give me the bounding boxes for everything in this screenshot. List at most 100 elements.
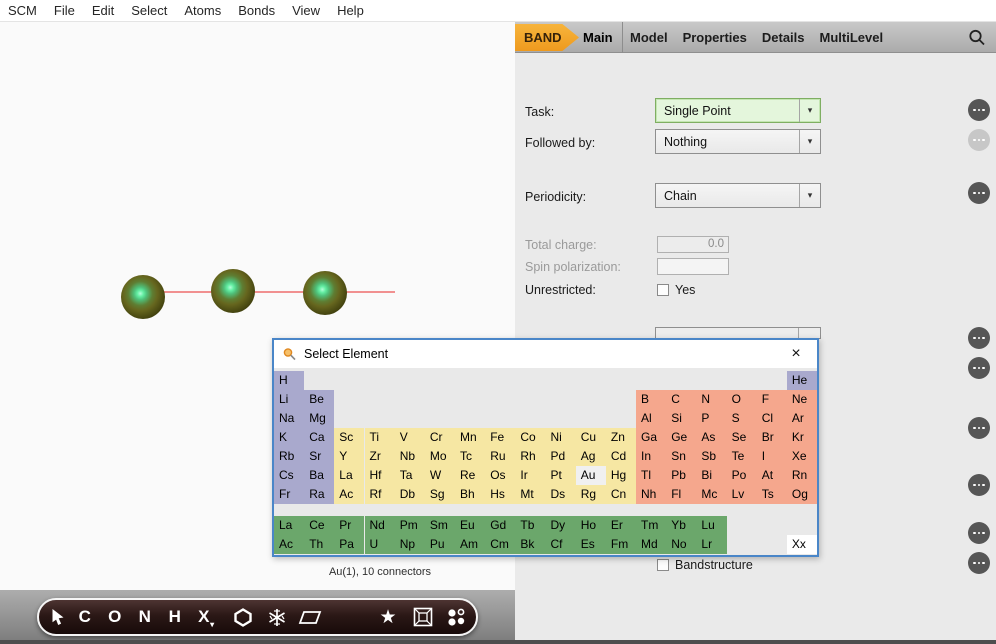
element-cell-Ge[interactable]: Ge [666, 428, 696, 447]
element-cell-Th[interactable]: Th [304, 535, 334, 554]
element-cell-C[interactable]: C [666, 390, 696, 409]
element-cell-P[interactable]: P [696, 409, 726, 428]
element-cell-Rn[interactable]: Rn [787, 466, 817, 485]
chevron-down-icon[interactable]: ▾ [799, 99, 820, 122]
element-cell-Sm[interactable]: Sm [425, 516, 455, 535]
element-cell-Fe[interactable]: Fe [485, 428, 515, 447]
element-cell-Hs[interactable]: Hs [485, 485, 515, 504]
element-cell-La[interactable]: La [334, 466, 364, 485]
element-cell-K[interactable]: K [274, 428, 304, 447]
element-cell-Eu[interactable]: Eu [455, 516, 485, 535]
element-cell-Tb[interactable]: Tb [515, 516, 545, 535]
panel-search-button[interactable] [967, 28, 987, 48]
element-cell-Md[interactable]: Md [636, 535, 666, 554]
element-cell-Er[interactable]: Er [606, 516, 636, 535]
element-cell-Ra[interactable]: Ra [304, 485, 334, 504]
element-cell-Hf[interactable]: Hf [365, 466, 395, 485]
element-cell-Hg[interactable]: Hg [606, 466, 636, 485]
element-cell-In[interactable]: In [636, 447, 666, 466]
element-cell-Br[interactable]: Br [757, 428, 787, 447]
favorites-button[interactable]: ★ [379, 600, 396, 634]
element-cell-Mt[interactable]: Mt [515, 485, 545, 504]
element-cell-Fl[interactable]: Fl [666, 485, 696, 504]
element-cell-Gd[interactable]: Gd [485, 516, 515, 535]
menu-item-atoms[interactable]: Atoms [184, 3, 221, 18]
close-icon[interactable]: × [784, 342, 808, 366]
element-button-H[interactable]: H [169, 600, 182, 634]
more-options-button[interactable] [968, 522, 990, 544]
element-cell-Si[interactable]: Si [666, 409, 696, 428]
element-cell-Sb[interactable]: Sb [696, 447, 726, 466]
element-cell-O[interactable]: O [727, 390, 757, 409]
tab-properties[interactable]: Properties [683, 30, 747, 45]
element-cell-Ga[interactable]: Ga [636, 428, 666, 447]
element-cell-Sc[interactable]: Sc [334, 428, 364, 447]
element-cell-Na[interactable]: Na [274, 409, 304, 428]
element-cell-Sn[interactable]: Sn [666, 447, 696, 466]
spin-polarization-field[interactable] [657, 258, 729, 275]
element-cell-La[interactable]: La [274, 516, 304, 535]
menu-item-file[interactable]: File [54, 3, 75, 18]
bandstructure-checkbox[interactable] [657, 559, 669, 571]
menu-item-help[interactable]: Help [337, 3, 364, 18]
element-cell-Cu[interactable]: Cu [576, 428, 606, 447]
element-cell-Ne[interactable]: Ne [787, 390, 817, 409]
element-cell-Yb[interactable]: Yb [666, 516, 696, 535]
menu-item-select[interactable]: Select [131, 3, 167, 18]
element-button-C[interactable]: C [79, 600, 92, 634]
element-cell-Pr[interactable]: Pr [334, 516, 364, 535]
more-options-button[interactable] [968, 552, 990, 574]
perspective-view-button[interactable] [413, 600, 433, 634]
element-cell-Rb[interactable]: Rb [274, 447, 304, 466]
more-options-button[interactable] [968, 327, 990, 349]
element-cell-Pt[interactable]: Pt [546, 466, 576, 485]
tab-details[interactable]: Details [762, 30, 805, 45]
element-cell-I[interactable]: I [757, 447, 787, 466]
element-cell-Co[interactable]: Co [515, 428, 545, 447]
periodicity-more-options-button[interactable] [968, 182, 990, 204]
element-cell-Ta[interactable]: Ta [395, 466, 425, 485]
tab-main-active[interactable]: Main [583, 22, 613, 53]
element-cell-W[interactable]: W [425, 466, 455, 485]
gold-atom[interactable] [303, 271, 347, 315]
element-cell-Es[interactable]: Es [576, 535, 606, 554]
element-cell-Ac[interactable]: Ac [274, 535, 304, 554]
element-cell-Se[interactable]: Se [727, 428, 757, 447]
element-picker-button[interactable]: X ▾ [198, 600, 210, 634]
element-cell-Lr[interactable]: Lr [696, 535, 726, 554]
element-cell-Mg[interactable]: Mg [304, 409, 334, 428]
element-cell-Li[interactable]: Li [274, 390, 304, 409]
element-cell-Te[interactable]: Te [727, 447, 757, 466]
element-cell-Rh[interactable]: Rh [515, 447, 545, 466]
element-cell-Os[interactable]: Os [485, 466, 515, 485]
element-cell-Tc[interactable]: Tc [455, 447, 485, 466]
element-cell-V[interactable]: V [395, 428, 425, 447]
chevron-down-icon[interactable]: ▾ [799, 130, 820, 153]
element-cell-Fr[interactable]: Fr [274, 485, 304, 504]
element-cell-Bi[interactable]: Bi [696, 466, 726, 485]
element-cell-Nb[interactable]: Nb [395, 447, 425, 466]
element-cell-Mc[interactable]: Mc [696, 485, 726, 504]
element-cell-Ho[interactable]: Ho [576, 516, 606, 535]
element-cell-Pd[interactable]: Pd [546, 447, 576, 466]
element-cell-Zn[interactable]: Zn [606, 428, 636, 447]
element-cell-Ru[interactable]: Ru [485, 447, 515, 466]
element-cell-H[interactable]: H [274, 371, 304, 390]
element-cell-Bk[interactable]: Bk [515, 535, 545, 554]
element-cell-At[interactable]: At [757, 466, 787, 485]
element-cell-Zr[interactable]: Zr [365, 447, 395, 466]
element-cell-Cs[interactable]: Cs [274, 466, 304, 485]
gold-atom[interactable] [121, 275, 165, 319]
element-cell-Cl[interactable]: Cl [757, 409, 787, 428]
element-cell-Al[interactable]: Al [636, 409, 666, 428]
element-button-N[interactable]: N [139, 600, 152, 634]
periodicity-dropdown[interactable]: Chain ▾ [655, 183, 821, 208]
element-cell-Dy[interactable]: Dy [546, 516, 576, 535]
element-cell-Pb[interactable]: Pb [666, 466, 696, 485]
element-cell-Nd[interactable]: Nd [365, 516, 395, 535]
element-cell-He[interactable]: He [787, 371, 817, 390]
element-button-O[interactable]: O [108, 600, 122, 634]
tab-multilevel[interactable]: MultiLevel [820, 30, 884, 45]
element-cell-Sg[interactable]: Sg [425, 485, 455, 504]
element-cell-Pa[interactable]: Pa [334, 535, 364, 554]
